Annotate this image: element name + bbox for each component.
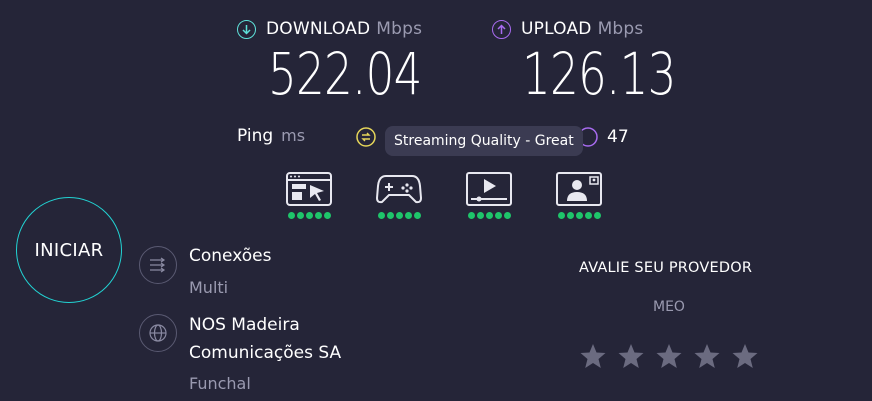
rating-dot [467,212,475,219]
gaming-rating [376,212,422,219]
rating-dot [377,212,385,219]
web-browsing-item[interactable] [286,172,332,219]
download-label: DOWNLOAD [266,19,371,39]
star-icon[interactable] [694,343,720,369]
rate-provider-name: MEO [653,299,685,315]
rating-dot [395,212,403,219]
ping-unit: ms [281,126,306,145]
start-test-button[interactable]: INICIAR [16,197,122,303]
globe-icon [139,314,177,352]
isp-location[interactable]: Funchal [189,374,251,393]
upload-latency-value: 47 [607,127,629,147]
video-call-rating [556,212,602,219]
jitter-icon[interactable] [356,127,376,147]
rating-dot [593,212,601,219]
upload-header: UPLOAD Mbps [492,19,643,39]
upload-unit: Mbps [597,19,644,39]
video-streaming-item[interactable] [466,172,512,219]
rating-dot [413,212,421,219]
rating-dot [566,212,574,219]
star-icon[interactable] [618,343,644,369]
connections-title: Conexões [189,246,272,266]
ping-label: Ping [237,126,274,146]
upload-label: UPLOAD [521,19,592,39]
ping-row: Ping ms [237,126,305,146]
rating-dot [494,212,502,219]
rating-dot [287,212,295,219]
rating-dot [485,212,493,219]
video-call-item[interactable] [556,172,602,219]
gaming-item[interactable] [376,172,422,219]
download-header: DOWNLOAD Mbps [237,19,422,39]
rating-dot [305,212,313,219]
video-call-icon [556,172,602,206]
star-icon[interactable] [732,343,758,369]
isp-name-line2: Comunicações SA [189,343,342,363]
web-browsing-icon [286,172,332,206]
rating-dot [314,212,322,219]
rating-dot [323,212,331,219]
rating-dot [584,212,592,219]
gaming-controller-icon [376,172,422,206]
star-icon[interactable] [580,343,606,369]
web-browsing-rating [286,212,332,219]
rate-provider-title: AVALIE SEU PROVEDOR [579,260,753,276]
rating-dot [296,212,304,219]
video-streaming-icon [466,172,512,206]
download-arrow-icon [237,19,256,39]
rating-dot [575,212,583,219]
connections-arrows-icon[interactable] [139,246,177,284]
rating-dot [404,212,412,219]
rating-dot [386,212,394,219]
isp-name-line1: NOS Madeira [189,315,300,335]
rating-dot [557,212,565,219]
rating-dot [476,212,484,219]
download-unit: Mbps [376,19,423,39]
star-icon[interactable] [656,343,682,369]
video-streaming-rating [466,212,512,219]
connections-value[interactable]: Multi [189,278,228,297]
rating-dot [503,212,511,219]
download-speed-value: 522.04 [268,40,422,108]
upload-arrow-icon [492,19,511,39]
rating-stars [580,343,758,369]
upload-speed-value: 126.13 [522,40,676,108]
streaming-quality-tooltip: Streaming Quality - Great [385,126,583,156]
